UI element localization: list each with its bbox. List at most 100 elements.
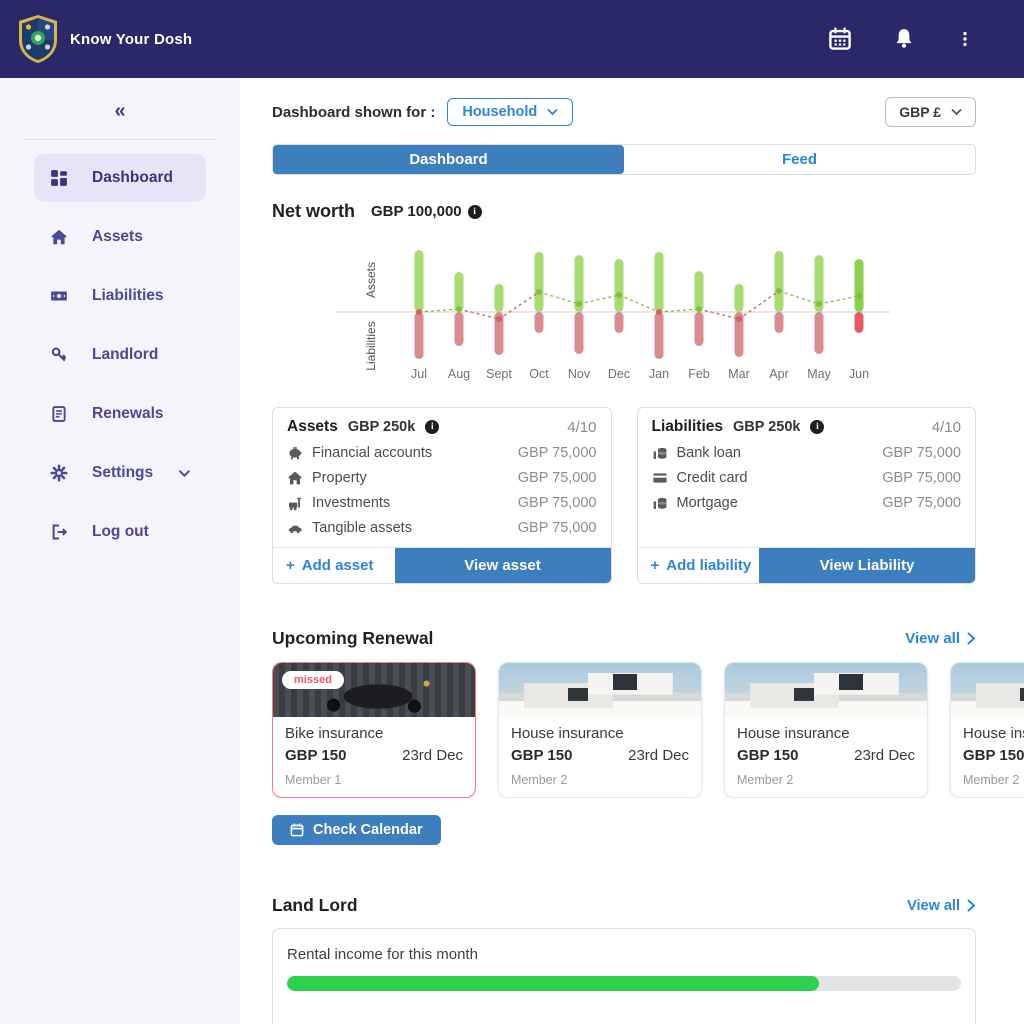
- renewal-title: House insurance: [963, 725, 1024, 742]
- renewal-member: Member 2: [511, 773, 689, 787]
- renewal-date: 23rd Dec: [402, 747, 463, 764]
- renewal-card[interactable]: missed Bike insurance GBP 150 23rd Dec M…: [272, 662, 476, 798]
- net-worth-title: Net worth: [272, 201, 355, 222]
- info-icon[interactable]: i: [468, 205, 482, 219]
- sidebar-item[interactable]: Renewals: [34, 390, 206, 438]
- info-icon[interactable]: i: [810, 420, 824, 434]
- asset-row-value: GBP 75,000: [518, 520, 597, 536]
- asset-row-icon: [287, 470, 303, 486]
- net-worth-chart: AssetsLiabilitiesJulAugSeptOctNovDecJanF…: [272, 228, 976, 386]
- svg-text:May: May: [807, 367, 831, 381]
- asset-row-label: Investments: [312, 495, 390, 511]
- svg-text:Sept: Sept: [486, 367, 512, 381]
- chevron-right-icon: [967, 899, 976, 912]
- assets-card-count: 4/10: [567, 419, 596, 436]
- svg-text:Jul: Jul: [411, 367, 427, 381]
- dashboard-shown-for-label: Dashboard shown for :: [272, 104, 435, 121]
- sidebar-divider: [26, 139, 214, 140]
- scope-dropdown[interactable]: Household: [447, 98, 573, 126]
- sidebar-item-label: Dashboard: [92, 169, 173, 187]
- sidebar-item-icon: [50, 346, 68, 364]
- liabilities-card: Liabilities GBP 250k i 4/10 Bank loan GB…: [637, 407, 977, 584]
- renewals-view-all-link[interactable]: View all: [905, 630, 976, 647]
- liability-row-icon: [652, 495, 668, 511]
- sidebar-item-label: Assets: [92, 228, 143, 246]
- brand: Know Your Dosh: [16, 14, 192, 64]
- sidebar-item[interactable]: Liabilities: [34, 272, 206, 320]
- asset-row: Tangible assets GBP 75,000: [273, 515, 611, 540]
- svg-text:Jan: Jan: [649, 367, 669, 381]
- asset-row-value: GBP 75,000: [518, 495, 597, 511]
- sidebar-item-label: Settings: [92, 464, 153, 482]
- asset-row: Investments GBP 75,000: [273, 490, 611, 515]
- renewal-title: House insurance: [511, 725, 689, 742]
- svg-text:Jun: Jun: [849, 367, 869, 381]
- asset-row: Financial accounts GBP 75,000: [273, 440, 611, 465]
- sidebar-item[interactable]: Log out: [34, 508, 206, 556]
- sidebar-item-label: Renewals: [92, 405, 164, 423]
- liability-row-icon: [652, 470, 668, 486]
- view-liability-button[interactable]: View Liability: [759, 548, 975, 583]
- view-asset-button[interactable]: View asset: [395, 548, 611, 583]
- tab[interactable]: Dashboard: [273, 145, 624, 174]
- currency-dropdown[interactable]: GBP £: [885, 97, 976, 127]
- sidebar-item[interactable]: Settings: [34, 449, 206, 497]
- renewal-card[interactable]: House insurance GBP 150 23rd Dec Member …: [724, 662, 928, 798]
- add-asset-button[interactable]: + Add asset: [273, 548, 395, 583]
- liabilities-card-title: Liabilities: [652, 418, 724, 436]
- renewal-amount: GBP 150: [511, 747, 572, 764]
- sidebar-item[interactable]: Assets: [34, 213, 206, 261]
- svg-text:Liabilities: Liabilities: [364, 321, 378, 370]
- sidebar-item-icon: [50, 287, 68, 305]
- asset-row-icon: [287, 495, 303, 511]
- sidebar-item-icon: [50, 464, 68, 482]
- asset-row-value: GBP 75,000: [518, 470, 597, 486]
- asset-row-value: GBP 75,000: [518, 445, 597, 461]
- kebab-menu-icon[interactable]: [956, 27, 974, 51]
- renewal-image: [725, 663, 927, 717]
- sidebar-item-label: Liabilities: [92, 287, 164, 305]
- tab-label: Dashboard: [409, 151, 487, 168]
- landlord-view-all-link[interactable]: View all: [907, 898, 976, 914]
- rental-income-progress-fill: [287, 976, 819, 991]
- liability-row-value: GBP 75,000: [882, 470, 961, 486]
- chevron-down-icon: [951, 108, 962, 116]
- sidebar-item[interactable]: Dashboard: [34, 154, 206, 202]
- asset-row-icon: [287, 520, 303, 536]
- liability-row-value: GBP 75,000: [882, 445, 961, 461]
- rental-income-progress-track: [287, 976, 961, 991]
- missed-badge: missed: [282, 671, 344, 689]
- liability-row-label: Credit card: [677, 470, 748, 486]
- renewal-title: House insurance: [737, 725, 915, 742]
- info-icon[interactable]: i: [425, 420, 439, 434]
- bell-icon[interactable]: [892, 27, 916, 51]
- renewal-member: Member 2: [963, 773, 1024, 787]
- assets-card: Assets GBP 250k i 4/10 Financial account…: [272, 407, 612, 584]
- currency-dropdown-value: GBP £: [899, 104, 941, 120]
- add-liability-button[interactable]: + Add liability: [638, 548, 760, 583]
- renewal-amount: GBP 150: [963, 747, 1024, 764]
- sidebar-nav: Dashboard Assets Liabilities Landlord Re…: [0, 154, 240, 556]
- chevron-down-icon: [179, 469, 190, 478]
- sidebar-collapse-button[interactable]: «: [0, 100, 240, 123]
- svg-text:Feb: Feb: [688, 367, 710, 381]
- svg-text:Assets: Assets: [364, 262, 378, 298]
- main-content: Dashboard shown for : Household GBP £ Da…: [240, 78, 1024, 1024]
- renewal-card[interactable]: House insurance GBP 150 23rd Dec Member …: [950, 662, 1024, 798]
- svg-text:Oct: Oct: [529, 367, 549, 381]
- check-calendar-button[interactable]: Check Calendar: [272, 815, 441, 845]
- svg-text:Nov: Nov: [568, 367, 591, 381]
- scope-dropdown-value: Household: [462, 104, 537, 120]
- renewal-card[interactable]: House insurance GBP 150 23rd Dec Member …: [498, 662, 702, 798]
- sidebar-item-label: Log out: [92, 523, 149, 541]
- tab[interactable]: Feed: [624, 145, 975, 174]
- chevron-down-icon: [547, 108, 558, 116]
- renewal-member: Member 2: [737, 773, 915, 787]
- view-tabs: Dashboard Feed: [272, 144, 976, 175]
- sidebar-item-icon: [50, 523, 68, 541]
- tab-label: Feed: [782, 151, 817, 168]
- calendar-icon[interactable]: [828, 27, 852, 51]
- sidebar-item[interactable]: Landlord: [34, 331, 206, 379]
- renewal-member: Member 1: [285, 773, 463, 787]
- plus-icon: +: [651, 557, 660, 574]
